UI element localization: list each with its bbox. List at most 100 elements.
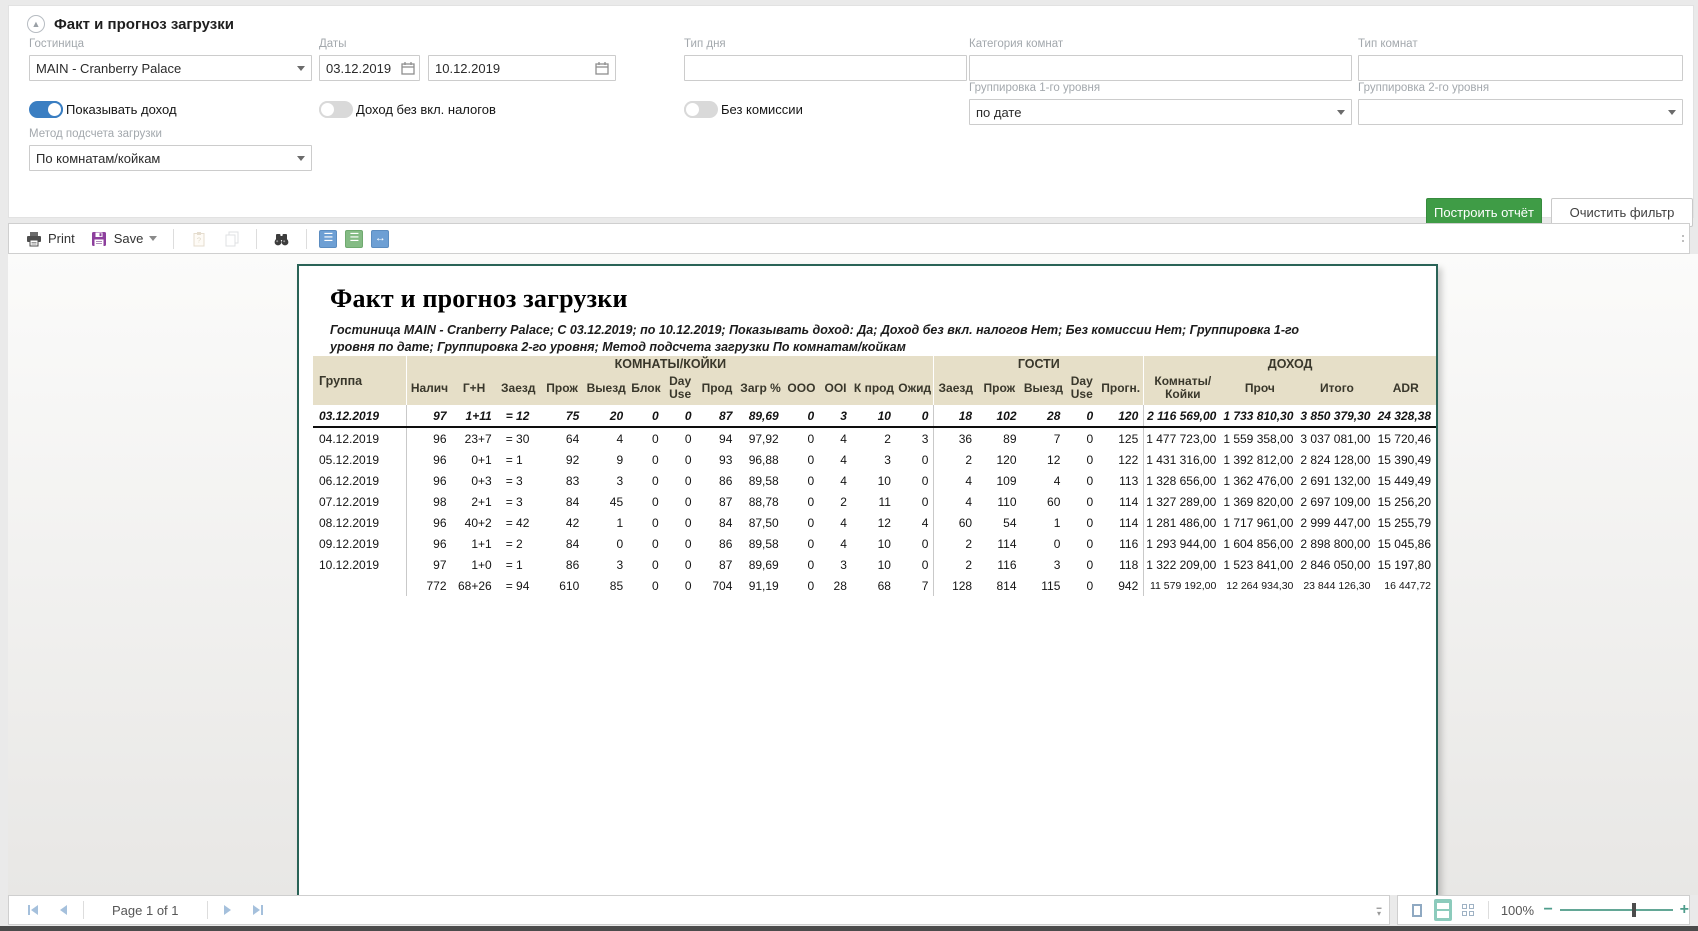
zoom-in-button[interactable]: +	[1680, 902, 1689, 918]
fit-width-button[interactable]: ↔	[371, 230, 389, 248]
clipboard-button[interactable]: ?	[186, 228, 211, 249]
method-select-value: По комнатам/койкам	[36, 151, 160, 166]
cell: 0	[628, 533, 664, 554]
grouping1-select[interactable]: по дате	[969, 99, 1352, 125]
cell: = 3	[497, 470, 540, 491]
room-type-label: Тип комнат	[1358, 38, 1418, 50]
cell: 3	[584, 470, 628, 491]
cell: 89,58	[737, 470, 783, 491]
print-button[interactable]: Print	[21, 228, 79, 249]
table-row: 05.12.2019960+1= 1929009396,880430212012…	[313, 449, 1436, 470]
calendar-icon[interactable]	[595, 61, 609, 75]
cell: 96	[407, 512, 452, 533]
row-label	[313, 575, 407, 596]
single-page-view-button[interactable]	[1408, 899, 1427, 921]
cell: 0	[1065, 405, 1098, 427]
day-type-input[interactable]	[684, 55, 967, 81]
column-group-header: КОМНАТЫ/КОЙКИ	[407, 356, 934, 371]
room-category-label: Категория комнат	[969, 38, 1063, 50]
cell: 0	[1065, 470, 1098, 491]
toolbar-separator	[256, 229, 257, 249]
panel-lines-icon: ☰	[323, 233, 333, 244]
copy-pages-button[interactable]	[219, 228, 244, 249]
toolbar-overflow-handle[interactable]	[1680, 228, 1686, 249]
multi-page-view-button[interactable]	[1459, 899, 1478, 921]
income-no-tax-toggle[interactable]: Доход без вкл. налогов	[319, 101, 496, 118]
cell: 120	[1098, 405, 1144, 427]
cell: 86	[697, 470, 738, 491]
column-header: Выезд	[1022, 371, 1066, 405]
binoculars-icon	[273, 230, 290, 247]
cell: 610	[540, 575, 584, 596]
cell: 89,69	[737, 554, 783, 575]
cell: 0+3	[452, 470, 497, 491]
cell: 109	[977, 470, 1021, 491]
first-page-button[interactable]	[23, 900, 43, 920]
cell: 23+7	[452, 427, 497, 449]
zoom-slider[interactable]	[1560, 903, 1673, 917]
cell: 2+1	[452, 491, 497, 512]
cell: 15 197,80	[1375, 554, 1436, 575]
printer-icon	[25, 230, 42, 247]
hotel-select[interactable]: MAIN - Cranberry Palace	[29, 55, 312, 81]
copy-pages-icon	[223, 230, 240, 247]
show-income-toggle[interactable]: Показывать доход	[29, 101, 177, 118]
no-commission-toggle[interactable]: Без комиссии	[684, 101, 803, 118]
cell: 942	[1098, 575, 1144, 596]
row-label: 05.12.2019	[313, 449, 407, 470]
chevron-down-icon	[297, 156, 305, 161]
cell: 1+0	[452, 554, 497, 575]
table-row: 03.12.2019971+11= 127520008789,690310018…	[313, 405, 1436, 427]
cell: 114	[1098, 491, 1144, 512]
last-page-button[interactable]	[248, 900, 268, 920]
collapse-panel-icon[interactable]: ▲	[27, 15, 45, 33]
method-select[interactable]: По комнатам/койкам	[29, 145, 312, 171]
cell: 1 369 820,00	[1221, 491, 1298, 512]
parameters-panel-button[interactable]: ☰	[319, 230, 337, 248]
cell: 0	[664, 449, 697, 470]
row-label: 10.12.2019	[313, 554, 407, 575]
cell: 2	[852, 427, 896, 449]
cell: 84	[540, 533, 584, 554]
cell: 91,19	[737, 575, 783, 596]
search-button[interactable]	[269, 228, 294, 249]
room-type-input[interactable]	[1358, 55, 1683, 81]
save-button[interactable]: Save	[87, 228, 162, 249]
cell: 3	[852, 449, 896, 470]
cell: 15 256,20	[1375, 491, 1436, 512]
date-to-input[interactable]	[428, 55, 616, 81]
cell: 110	[977, 491, 1021, 512]
prev-page-button[interactable]	[53, 900, 73, 920]
cell: 114	[977, 533, 1021, 554]
report-preview-area[interactable]: Факт и прогноз загрузки Гостиница MAIN -…	[8, 254, 1698, 895]
cell: 3 850 379,30	[1298, 405, 1375, 427]
cell: 98	[407, 491, 452, 512]
cell: 1 327 289,00	[1144, 491, 1222, 512]
cell: 2	[819, 491, 852, 512]
cell: 2 697 109,00	[1298, 491, 1375, 512]
chevron-down-icon	[297, 66, 305, 71]
column-header: Заезд	[497, 371, 540, 405]
zoom-slider-handle[interactable]	[1632, 903, 1636, 917]
cell: 89,58	[737, 533, 783, 554]
next-page-button[interactable]	[218, 900, 238, 920]
zoom-out-button[interactable]: −	[1543, 902, 1552, 918]
zoom-separator	[1488, 901, 1489, 919]
cell: 2 116 569,00	[1144, 405, 1222, 427]
cell: 0	[628, 512, 664, 533]
toggle-track	[319, 101, 353, 118]
report-subtitle: Гостиница MAIN - Cranberry Palace; С 03.…	[330, 322, 1338, 356]
cell: 0	[628, 470, 664, 491]
cell: 1+1	[452, 533, 497, 554]
cell: 1 392 812,00	[1221, 449, 1298, 470]
room-category-input[interactable]	[969, 55, 1352, 81]
cell: 1 559 358,00	[1221, 427, 1298, 449]
calendar-icon[interactable]	[401, 61, 415, 75]
cell: 4	[819, 449, 852, 470]
document-map-button[interactable]: ☰	[345, 230, 363, 248]
continuous-view-button[interactable]	[1434, 899, 1453, 921]
cell: 42	[540, 512, 584, 533]
cell: 93	[697, 449, 738, 470]
pager-resize-handle[interactable]: ━▾	[1373, 902, 1385, 920]
grouping2-select[interactable]	[1358, 99, 1683, 125]
